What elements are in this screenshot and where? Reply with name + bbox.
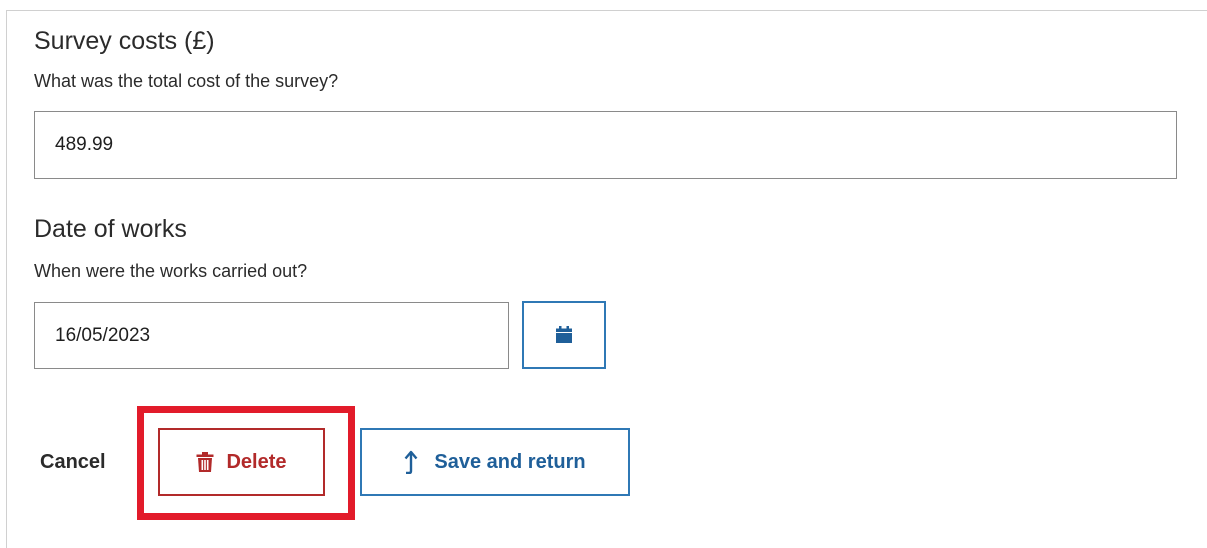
save-and-return-label: Save and return: [434, 450, 586, 473]
cancel-link[interactable]: Cancel: [40, 452, 106, 472]
delete-button[interactable]: Delete: [158, 428, 325, 496]
date-of-works-input[interactable]: [34, 302, 509, 369]
save-and-return-button[interactable]: Save and return: [360, 428, 630, 496]
trash-icon: [196, 452, 214, 472]
survey-costs-hint: What was the total cost of the survey?: [34, 71, 339, 91]
calendar-button[interactable]: [522, 301, 606, 369]
calendar-icon: [555, 326, 573, 344]
delete-button-label: Delete: [226, 450, 287, 473]
survey-costs-label: Survey costs (£): [34, 27, 215, 55]
arrow-up-return-icon: [404, 450, 420, 474]
date-of-works-hint: When were the works carried out?: [34, 261, 308, 281]
date-of-works-label: Date of works: [34, 215, 187, 243]
survey-costs-input[interactable]: [34, 111, 1177, 179]
